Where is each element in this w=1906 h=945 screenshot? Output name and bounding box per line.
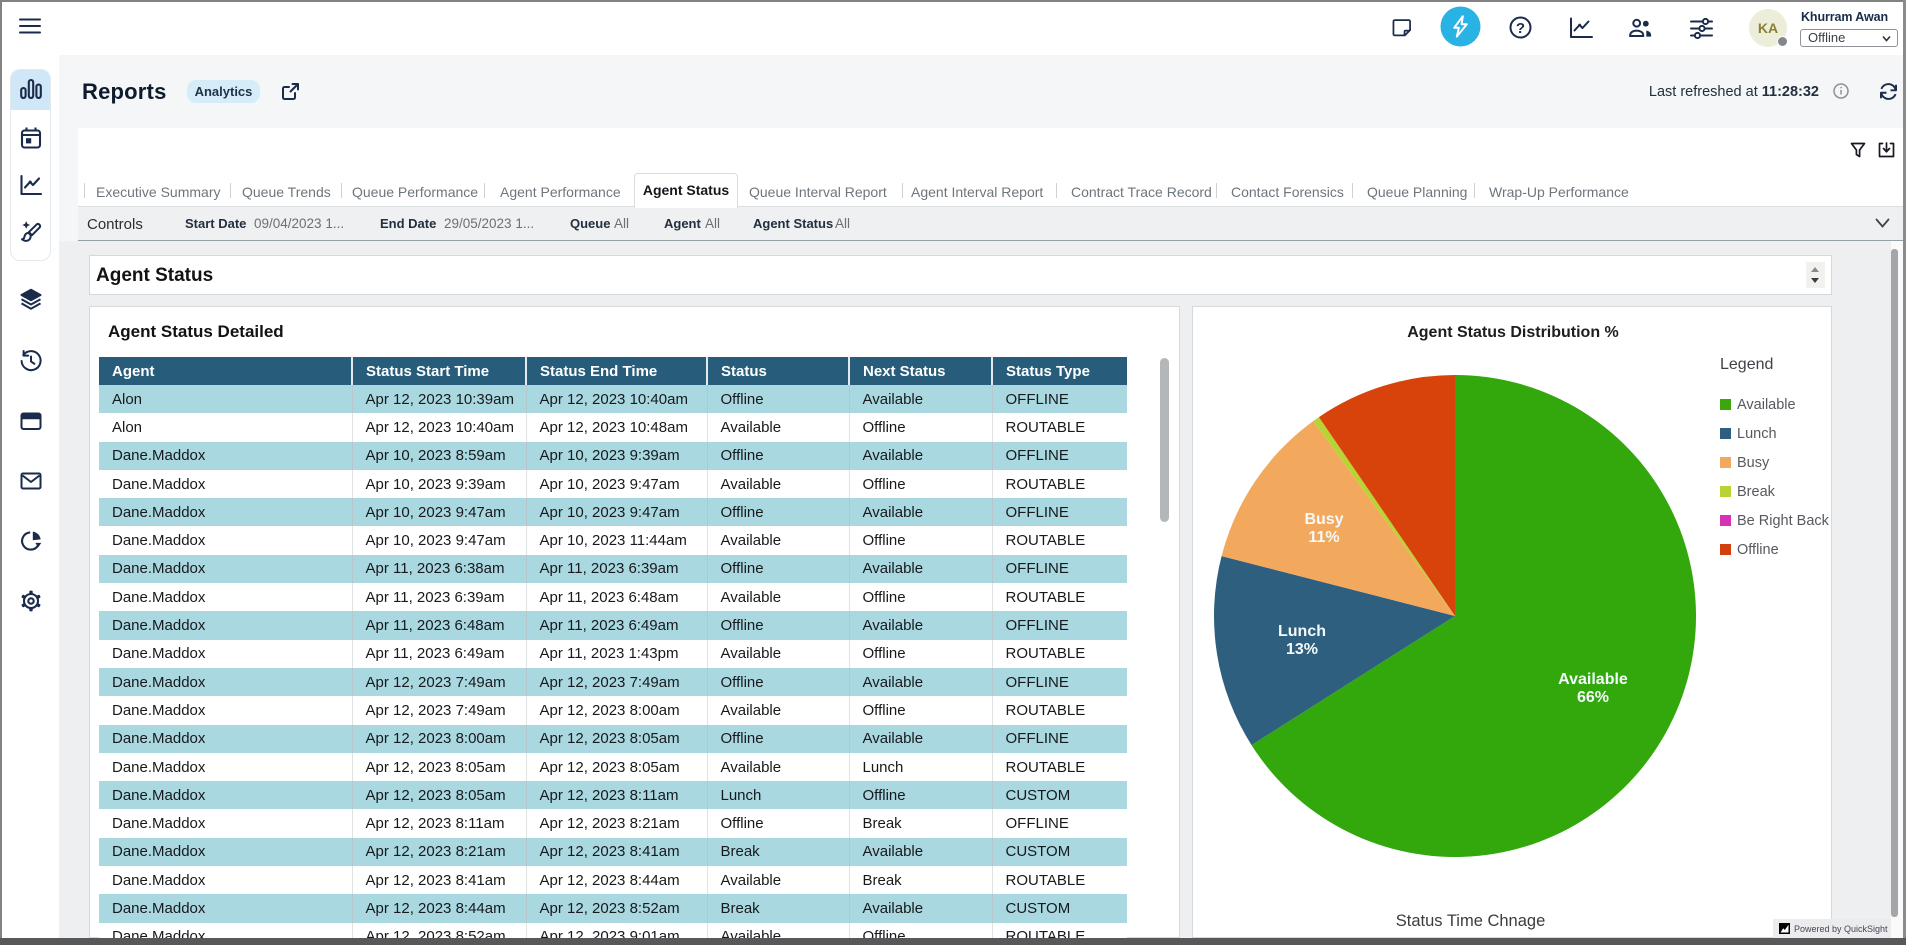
svg-text:?: ?	[1516, 20, 1525, 37]
